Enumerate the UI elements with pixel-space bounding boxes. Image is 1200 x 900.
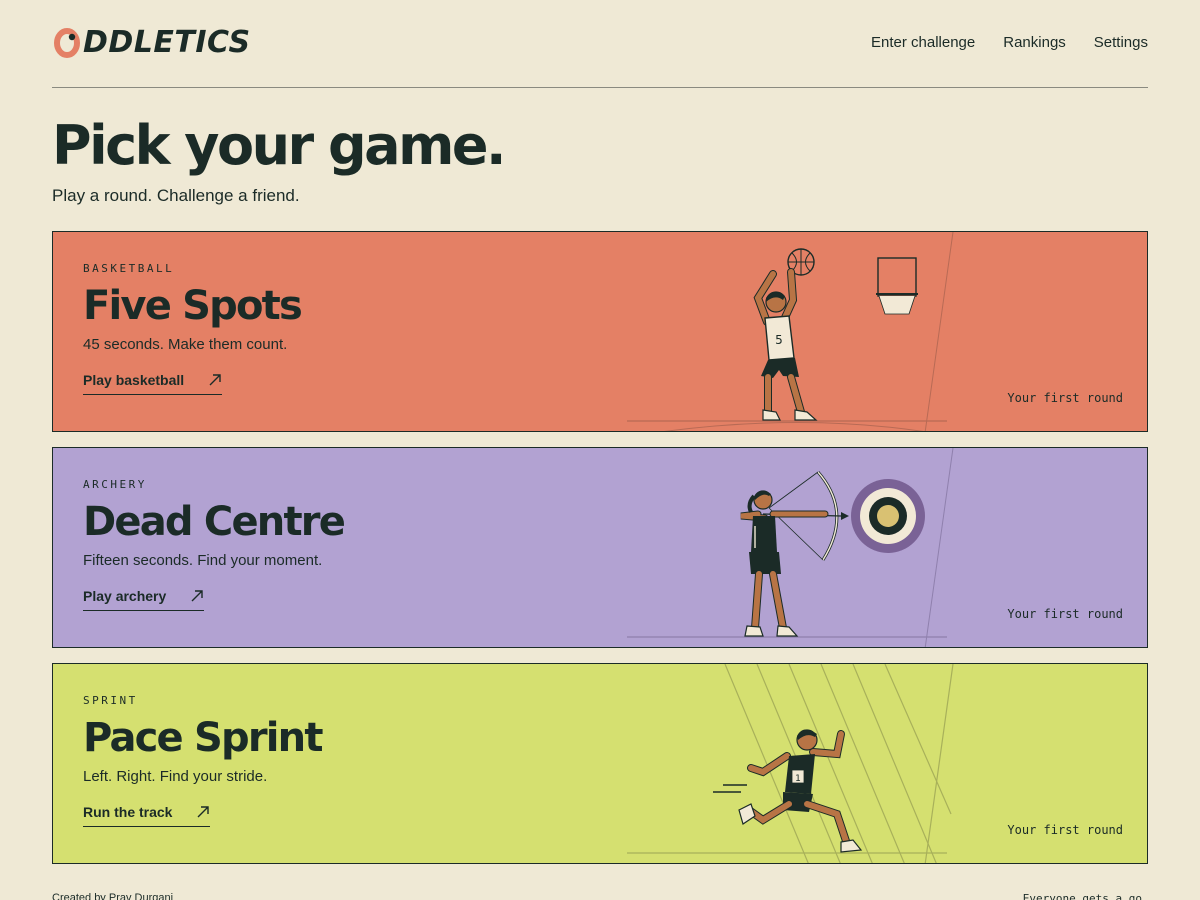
card-kicker: SPRINT [83,694,138,707]
card-title: Pace Sprint [83,715,323,761]
bib-number: 1 [795,774,801,784]
card-description: Fifteen seconds. Find your moment. [83,552,323,569]
cta-label: Play archery [83,588,167,604]
main-nav: Enter challenge Rankings Settings [871,34,1148,51]
logo[interactable]: DDLETICS [52,25,251,61]
game-card-archery[interactable]: ARCHERY Dead Centre Fifteen seconds. Fin… [52,447,1148,648]
card-kicker: ARCHERY [83,478,147,491]
game-card-basketball[interactable]: BASKETBALL Five Spots 45 seconds. Make t… [52,231,1148,432]
page: DDLETICS Enter challenge Rankings Settin… [52,0,1148,864]
nav-enter-challenge[interactable]: Enter challenge [871,34,975,51]
card-description: 45 seconds. Make them count. [83,336,288,353]
cta-label: Play basketball [83,372,185,388]
card-kicker: BASKETBALL [83,262,175,275]
logo-text: DDLETICS [83,25,251,60]
play-archery-link[interactable]: Play archery [83,588,205,611]
page-title: Pick your game. [52,114,506,177]
logo-ring-icon [54,28,80,58]
arrow-up-right-icon [209,374,221,386]
run-the-track-link[interactable]: Run the track [83,804,211,827]
sprinter-illustration: 1 [627,664,954,863]
card-description: Left. Right. Find your stride. [83,768,268,785]
game-card-sprint[interactable]: SPRINT Pace Sprint Left. Right. Find you… [52,663,1148,864]
basketball-player-illustration: 5 [627,232,954,431]
page-subtitle: Play a round. Challenge a friend. [52,186,300,205]
nav-settings[interactable]: Settings [1094,34,1148,51]
card-title: Dead Centre [83,499,346,545]
arrow-up-right-icon [197,806,210,818]
nav-rankings[interactable]: Rankings [1003,34,1066,51]
arrow-up-right-icon [191,590,203,602]
archer-illustration [627,448,954,647]
footer-credit: Created by Prav Durgani [52,892,174,900]
jersey-number: 5 [775,333,783,347]
play-basketball-link[interactable]: Play basketball [83,372,223,395]
card-title: Five Spots [83,283,303,329]
header: DDLETICS Enter challenge Rankings Settin… [52,0,1148,88]
cta-label: Run the track [83,804,173,820]
footer-tagline: Everyone gets a go [1022,892,1142,900]
